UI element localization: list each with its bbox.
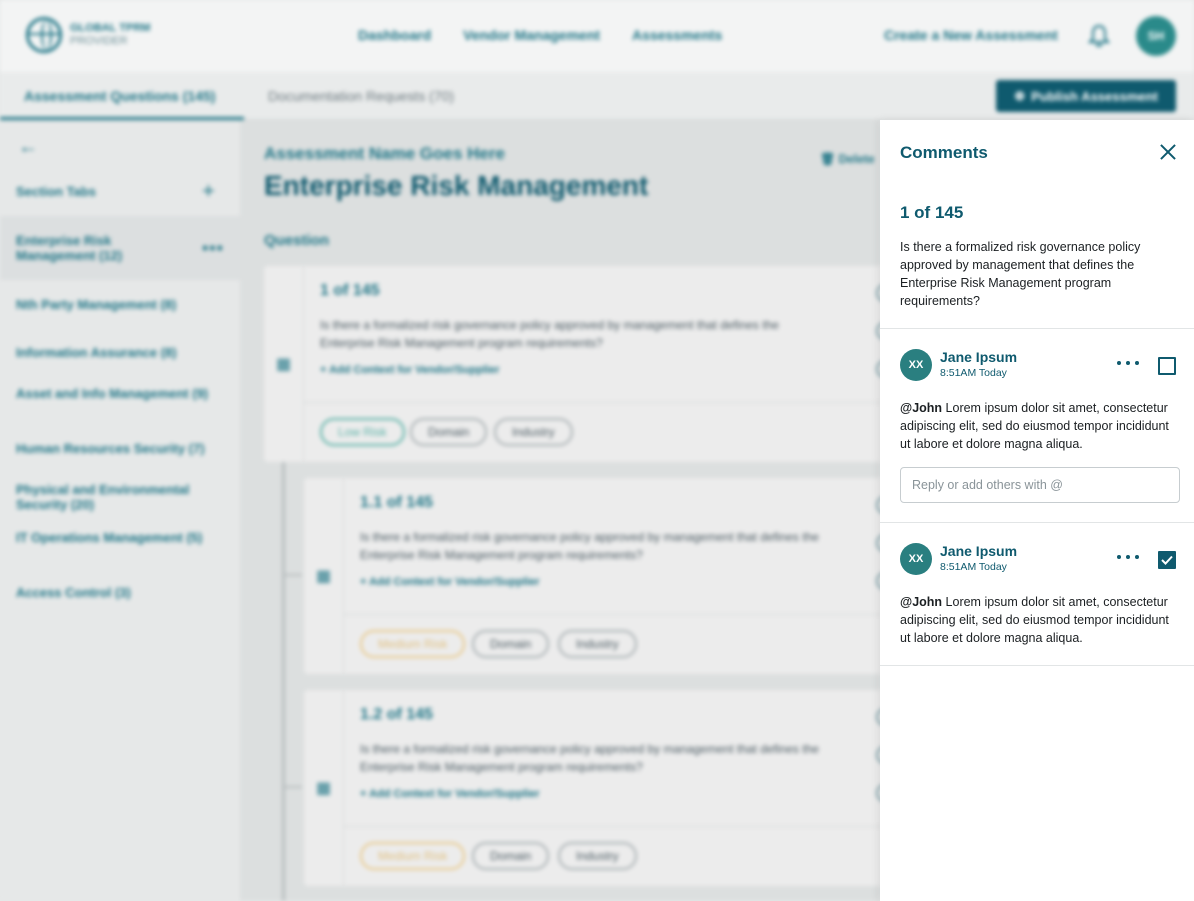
section-more-icon[interactable]: ••• <box>202 238 224 259</box>
main-nav: Dashboard Vendor Management Assessments <box>358 27 722 43</box>
nav-vendor-management[interactable]: Vendor Management <box>463 27 600 43</box>
comment-mention[interactable]: @John <box>900 401 942 415</box>
delete-label: Delete <box>838 152 875 166</box>
comment-author: Jane Ipsum <box>940 543 1018 559</box>
sidebar-item-physical-environmental[interactable]: Physical and Environmental Security (20) <box>0 482 220 512</box>
industry-chip[interactable]: Industry <box>558 630 637 658</box>
sidebar-item-nth-party[interactable]: Nth Party Management (8) <box>0 297 240 312</box>
create-assessment-link[interactable]: Create a New Assessment <box>884 27 1058 43</box>
logo-line2: PROVIDER <box>70 35 128 47</box>
tree-branch <box>282 786 302 788</box>
question-number: 1 of 145 <box>320 282 380 299</box>
comment-body: @John Lorem ipsum dolor sit amet, consec… <box>900 399 1180 453</box>
question-number: 1.1 of 145 <box>360 494 433 511</box>
sidebar-item-asset-info[interactable]: Asset and Info Management (9) <box>0 386 230 401</box>
nav-assessments[interactable]: Assessments <box>632 27 722 43</box>
logo[interactable]: GLOBAL TPRM PROVIDER <box>26 17 150 53</box>
divider <box>344 614 894 615</box>
avatar: XX <box>900 543 932 575</box>
divider <box>880 328 1194 329</box>
logo-text: GLOBAL TPRM PROVIDER <box>70 22 150 48</box>
add-context-link[interactable]: + Add Context for Vendor/Supplier <box>320 364 500 376</box>
comment-thread: XX Jane Ipsum 8:51AM Today @John Lorem i… <box>880 543 1194 663</box>
question-card[interactable]: ▦ 1.1 of 145 Is there a formalized risk … <box>304 478 894 674</box>
add-context-link[interactable]: + Add Context for Vendor/Supplier <box>360 576 540 588</box>
nav-dashboard[interactable]: Dashboard <box>358 27 431 43</box>
more-options-icon[interactable] <box>1117 555 1139 561</box>
comment-question-text: Is there a formalized risk governance po… <box>900 240 1141 308</box>
publish-assessment-button[interactable]: ⊕ Publish Assessment <box>996 80 1176 112</box>
section-title: Enterprise Risk Management <box>264 170 649 201</box>
question-card[interactable]: ▦ 1.2 of 145 Is there a formalized risk … <box>304 690 894 886</box>
add-context-link[interactable]: + Add Context for Vendor/Supplier <box>360 788 540 800</box>
comments-title: Comments <box>900 143 988 162</box>
comment-question-number: 1 of 145 <box>900 203 964 222</box>
reply-input[interactable] <box>900 467 1180 503</box>
domain-chip[interactable]: Domain <box>472 630 550 658</box>
divider <box>880 665 1194 666</box>
comment-author: Jane Ipsum <box>940 349 1018 365</box>
avatar: XX <box>900 349 932 381</box>
tab-assessment-questions[interactable]: Assessment Questions (145) <box>24 88 215 104</box>
industry-chip[interactable]: Industry <box>558 842 637 870</box>
drag-handle-icon[interactable]: ▦ <box>304 690 344 886</box>
main-content: Assessment Name Goes Here Enterprise Ris… <box>240 120 894 901</box>
resolve-checkbox[interactable] <box>1158 357 1176 375</box>
tree-branch <box>282 574 302 576</box>
domain-chip[interactable]: Domain <box>410 418 488 446</box>
risk-chip[interactable]: Medium Risk <box>360 842 466 870</box>
back-arrow-icon[interactable]: ← <box>18 136 38 159</box>
question-text: Is there a formalized risk governance po… <box>360 530 819 562</box>
tree-connector <box>282 462 285 901</box>
bell-icon[interactable] <box>1088 24 1110 48</box>
question-number: 1.2 of 145 <box>360 706 433 723</box>
sidebar-item-access-control[interactable]: Access Control (3) <box>0 585 240 600</box>
section-sidebar: ← Section Tabs + Enterprise Risk Managem… <box>0 120 240 901</box>
top-navigation-bar: GLOBAL TPRM PROVIDER Dashboard Vendor Ma… <box>0 0 1194 72</box>
add-section-icon[interactable]: + <box>202 178 215 204</box>
sidebar-item-it-operations[interactable]: IT Operations Management (5) <box>0 530 220 545</box>
sidebar-item-human-resources[interactable]: Human Resources Security (7) <box>0 441 240 456</box>
divider <box>344 826 894 827</box>
tab-documentation-requests[interactable]: Documentation Requests (70) <box>268 88 454 104</box>
risk-chip[interactable]: Medium Risk <box>360 630 466 658</box>
divider <box>880 522 1194 523</box>
publish-icon: ⊕ <box>1014 88 1026 103</box>
sidebar-item-information-assurance[interactable]: Information Assurance (8) <box>0 345 240 360</box>
risk-chip[interactable]: Low Risk <box>320 418 405 446</box>
close-icon[interactable] <box>1158 142 1178 162</box>
more-options-icon[interactable] <box>1117 361 1139 367</box>
resolve-checkbox[interactable] <box>1158 551 1176 569</box>
assessment-name: Assessment Name Goes Here <box>264 144 505 163</box>
comment-mention[interactable]: @John <box>900 595 942 609</box>
user-avatar[interactable]: SH <box>1136 16 1176 56</box>
comment-timestamp: 8:51AM Today <box>940 561 1007 573</box>
industry-chip[interactable]: Industry <box>494 418 573 446</box>
comments-panel: Comments 1 of 145 Is there a formalized … <box>880 120 1194 901</box>
question-text: Is there a formalized risk governance po… <box>320 318 779 350</box>
drag-handle-icon[interactable]: ▦ <box>264 266 304 462</box>
drag-handle-icon[interactable]: ▦ <box>304 478 344 674</box>
domain-chip[interactable]: Domain <box>472 842 550 870</box>
section-tabs-heading: Section Tabs <box>16 184 96 199</box>
checkmark-icon <box>1161 555 1173 565</box>
comment-body: @John Lorem ipsum dolor sit amet, consec… <box>900 593 1180 647</box>
sidebar-item-label: Enterprise Risk Management (12) <box>16 233 123 263</box>
publish-label: Publish Assessment <box>1031 88 1158 104</box>
logo-line1: GLOBAL TPRM <box>70 22 151 34</box>
question-label: Question <box>264 232 330 249</box>
question-text: Is there a formalized risk governance po… <box>360 742 819 774</box>
comment-timestamp: 8:51AM Today <box>940 367 1007 379</box>
question-card[interactable]: ▦ 1 of 145 Is there a formalized risk go… <box>264 266 894 462</box>
globe-logo-icon <box>26 17 62 53</box>
divider <box>304 402 894 403</box>
delete-button[interactable]: 🗑 Delete <box>820 152 875 166</box>
